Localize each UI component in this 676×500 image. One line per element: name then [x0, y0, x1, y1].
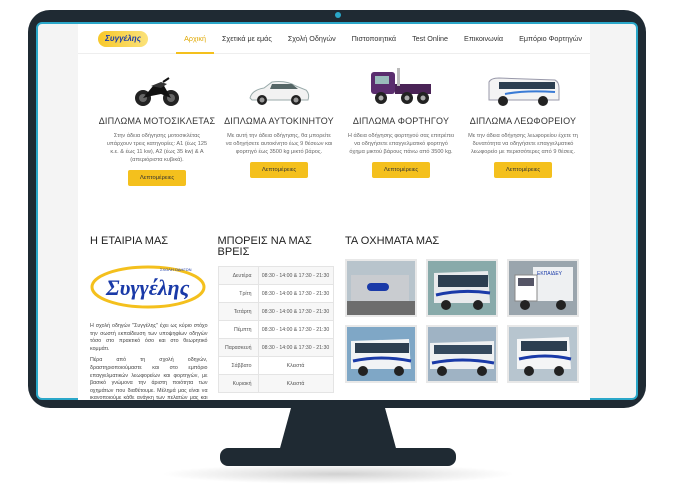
nav-item-certificates[interactable]: Πιστοποιητικά — [344, 24, 404, 54]
info-section: Η ΕΤΑΙΡΙΑ ΜΑΣ Συγγέλης ΣΧΟΛΗ ΟΔΗΓΩΝ Η σχ… — [78, 186, 590, 400]
service-title: ΔΙΠΛΩΜΑ ΜΟΤΟΣΙΚΛΕΤΑΣ — [98, 116, 216, 126]
site-logo[interactable]: Συγγέλης — [98, 30, 149, 47]
gallery-thumbnail[interactable] — [426, 259, 499, 317]
service-title: ΔΙΠΛΩΜΑ ΑΥΤΟΚΙΝΗΤΟΥ — [224, 116, 334, 126]
nav-item-about[interactable]: Σχετικά με εμάς — [214, 24, 280, 54]
vehicles-heading: ΤΑ ΟΧΗΜΑΤΑ ΜΑΣ — [345, 235, 440, 247]
service-description: Στην άδεια οδήγησης μοτοσικλέτας υπάρχου… — [106, 133, 208, 163]
table-row: Σάββατο Κλειστά — [217, 356, 334, 375]
table-row: Παρασκευή 08:30 - 14:00 & 17:30 - 21:30 — [217, 338, 334, 357]
gallery-badge-text: ΕΚΠΑΙΔΕΥ — [537, 271, 563, 277]
vehicles-column: ΤΑ ΟΧΗΜΑΤΑ ΜΑΣ ΕΚΠΑΙΔΕΥ — [345, 236, 590, 400]
about-paragraph: Πέρα από τη σχολή οδηγών, δραστηριοποιού… — [90, 357, 208, 400]
time-cell: Κλειστά — [257, 356, 334, 375]
service-truck: ΔΙΠΛΩΜΑ ΦΟΡΤΗΓΟΥ Η άδεια οδήγησης φορτηγ… — [340, 62, 462, 186]
service-motorcycle: ΔΙΠΛΩΜΑ ΜΟΤΟΣΙΚΛΕΤΑΣ Στην άδεια οδήγησης… — [96, 62, 218, 186]
day-cell: Δευτέρα — [217, 266, 259, 285]
truck-image — [340, 62, 462, 108]
service-title: ΔΙΠΛΩΜΑ ΛΕΩΦΟΡΕΙΟΥ — [469, 116, 577, 126]
gallery-thumbnail[interactable] — [345, 325, 418, 383]
opening-hours-table: Δευτέρα 08:30 - 14:00 & 17:30 - 21:30 Τρί… — [217, 266, 334, 393]
nav-item-contact[interactable]: Επικοινωνία — [456, 24, 511, 54]
monitor-neck — [278, 404, 398, 452]
table-row: Τετάρτη 08:30 - 14:00 & 17:30 - 21:30 — [217, 302, 334, 321]
company-logo-subtext: ΣΧΟΛΗ ΟΔΗΓΩΝ — [160, 267, 192, 272]
table-row: Δευτέρα 08:30 - 14:00 & 17:30 - 21:30 — [217, 266, 334, 285]
car-image — [218, 62, 340, 108]
camera-icon — [335, 12, 341, 18]
gallery-thumbnail[interactable] — [345, 259, 418, 317]
gallery-thumbnail[interactable] — [426, 325, 499, 383]
day-cell: Σάββατο — [217, 356, 259, 375]
monitor-base — [220, 448, 456, 466]
service-title: ΔΙΠΛΩΜΑ ΦΟΡΤΗΓΟΥ — [352, 116, 450, 126]
time-cell: Κλειστά — [257, 374, 334, 393]
day-cell: Παρασκευή — [217, 338, 259, 357]
hours-heading: ΜΠΟΡΕΙΣ ΝΑ ΜΑΣ ΒΡΕΙΣ — [217, 235, 312, 258]
time-cell: 08:30 - 14:00 & 17:30 - 21:30 — [257, 338, 334, 357]
time-cell: 08:30 - 14:00 & 17:30 - 21:30 — [257, 320, 334, 339]
services-row: ΔΙΠΛΩΜΑ ΜΟΤΟΣΙΚΛΕΤΑΣ Στην άδεια οδήγησης… — [78, 54, 590, 186]
time-cell: 08:30 - 14:00 & 17:30 - 21:30 — [257, 266, 334, 285]
vehicle-gallery: ΕΚΠΑΙΔΕΥ — [345, 259, 590, 383]
company-column: Η ΕΤΑΙΡΙΑ ΜΑΣ Συγγέλης ΣΧΟΛΗ ΟΔΗΓΩΝ Η σχ… — [90, 235, 208, 401]
service-bus: ΔΙΠΛΩΜΑ ΛΕΩΦΟΡΕΙΟΥ Με την άδεια οδήγησης… — [462, 62, 584, 186]
website-page: Συγγέλης Αρχική Σχετικά με εμάς Σχολή Οδ… — [78, 24, 590, 400]
time-cell: 08:30 - 14:00 & 17:30 - 21:30 — [257, 284, 334, 303]
top-navigation: Συγγέλης Αρχική Σχετικά με εμάς Σχολή Οδ… — [78, 24, 590, 54]
company-about: Η σχολή οδηγών "Συγγέλης" έχει ως κύριο … — [90, 323, 208, 400]
day-cell: Κυριακή — [217, 374, 259, 393]
site-logo-text: Συγγέλης — [105, 34, 141, 43]
day-cell: Τρίτη — [217, 284, 259, 303]
details-button[interactable]: Λεπτομέρειες — [371, 162, 431, 178]
bus-image — [462, 62, 584, 108]
nav-item-home[interactable]: Αρχική — [176, 24, 214, 54]
company-logo: Συγγέλης ΣΧΟΛΗ ΟΔΗΓΩΝ — [90, 259, 208, 311]
about-paragraph: Η σχολή οδηγών "Συγγέλης" έχει ως κύριο … — [90, 323, 208, 352]
monitor-shadow — [160, 464, 516, 484]
day-cell: Τετάρτη — [217, 302, 259, 321]
nav-item-truck-trade[interactable]: Εμπόριο Φορτηγών — [511, 24, 590, 54]
gallery-thumbnail[interactable] — [507, 325, 580, 383]
nav-item-driving-school[interactable]: Σχολή Οδηγών — [280, 24, 344, 54]
company-heading: Η ΕΤΑΙΡΙΑ ΜΑΣ — [90, 235, 169, 247]
details-button[interactable]: Λεπτομέρειες — [493, 162, 553, 178]
company-logo-text: Συγγέλης — [105, 275, 190, 300]
day-cell: Πέμπτη — [217, 320, 259, 339]
service-description: Με την άδεια οδήγησης λεωφορείου έχετε τ… — [468, 133, 578, 155]
table-row: Τρίτη 08:30 - 14:00 & 17:30 - 21:30 — [217, 284, 334, 303]
time-cell: 08:30 - 14:00 & 17:30 - 21:30 — [257, 302, 334, 321]
service-description: Η άδεια οδήγησης φορτηγού σας επιτρέπει … — [347, 133, 455, 155]
gallery-thumbnail[interactable]: ΕΚΠΑΙΔΕΥ — [507, 259, 580, 317]
nav-item-test-online[interactable]: Test Online — [404, 24, 456, 54]
monitor-mockup: Συγγέλης Αρχική Σχετικά με εμάς Σχολή Οδ… — [0, 0, 676, 500]
service-car: ΔΙΠΛΩΜΑ ΑΥΤΟΚΙΝΗΤΟΥ Με αυτή την άδεια οδ… — [218, 62, 340, 186]
motorcycle-image — [96, 62, 218, 108]
table-row: Κυριακή Κλειστά — [217, 374, 334, 393]
service-description: Με αυτή την άδεια οδήγησης, θα μπορείτε … — [225, 133, 333, 155]
details-button[interactable]: Λεπτομέρειες — [249, 162, 309, 178]
table-row: Πέμπτη 08:30 - 14:00 & 17:30 - 21:30 — [217, 320, 334, 339]
hours-column: ΜΠΟΡΕΙΣ ΝΑ ΜΑΣ ΒΡΕΙΣ Δευτέρα 08:30 - 14:0… — [217, 235, 336, 400]
details-button[interactable]: Λεπτομέρειες — [127, 170, 187, 186]
